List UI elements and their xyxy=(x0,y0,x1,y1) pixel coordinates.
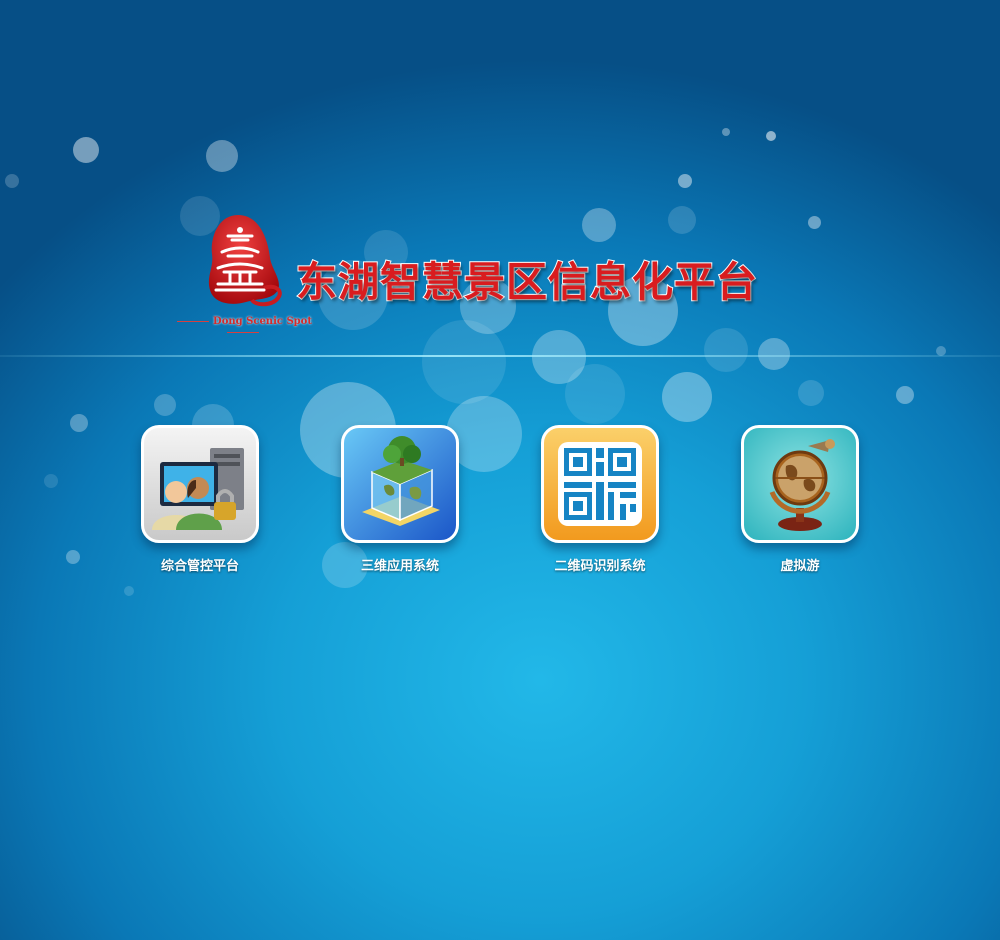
app-qr-recognition[interactable]: 二维码识别系统 xyxy=(538,425,662,574)
app-label[interactable]: 综合管控平台 xyxy=(138,555,262,574)
antique-globe-icon[interactable] xyxy=(741,425,859,543)
app-label[interactable]: 三维应用系统 xyxy=(338,555,462,574)
site-title: 东湖智慧景区信息化平台 xyxy=(295,257,758,307)
app-integrated-control[interactable]: 综合管控平台 xyxy=(138,425,262,574)
qr-code-icon[interactable] xyxy=(541,425,659,543)
logo-caption: Dong Scenic Spot xyxy=(160,316,325,338)
users-monitor-lock-icon[interactable] xyxy=(141,425,259,543)
logo-caption-text: Dong Scenic Spot xyxy=(213,316,312,327)
app-3d-system[interactable]: 三维应用系统 xyxy=(338,425,462,574)
3d-globe-cube-icon[interactable] xyxy=(341,425,459,543)
header: Dong Scenic Spot 东湖智慧景区信息化平台 xyxy=(0,0,1000,358)
header-divider xyxy=(0,355,1000,357)
app-label[interactable]: 二维码识别系统 xyxy=(538,555,662,574)
app-label[interactable]: 虚拟游 xyxy=(738,555,862,574)
app-virtual-tour[interactable]: 虚拟游 xyxy=(738,425,862,574)
